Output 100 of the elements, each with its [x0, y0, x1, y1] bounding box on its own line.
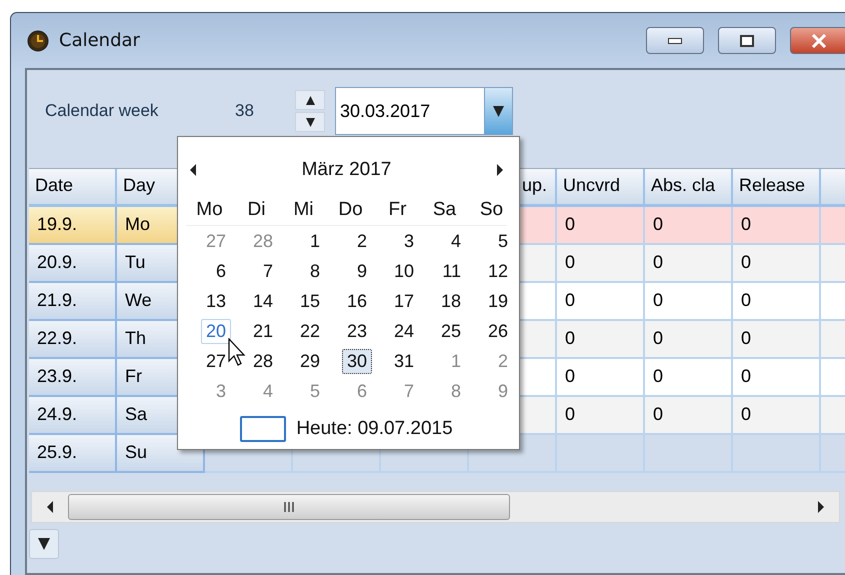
table-cell: [821, 321, 845, 359]
maximize-icon: [740, 34, 754, 46]
weekday-label: Mi: [293, 199, 314, 221]
window-title: Calendar: [59, 30, 141, 51]
table-cell: 0: [733, 397, 821, 435]
calendar-day[interactable]: 28: [252, 348, 274, 374]
date-cell: 25.9.: [29, 435, 117, 473]
weekday-label: Do: [338, 199, 363, 221]
date-cell: 22.9.: [29, 321, 117, 359]
table-cell: 0: [557, 359, 645, 397]
table-cell: 0: [645, 283, 733, 321]
month-title[interactable]: März 2017: [302, 159, 392, 181]
table-cell: 0: [645, 359, 733, 397]
right-arrow-icon: [497, 164, 503, 176]
table-cell: 0: [557, 283, 645, 321]
calendar-day[interactable]: 27: [204, 348, 227, 374]
table-cell: 0: [645, 207, 733, 245]
calendar-day[interactable]: 14: [252, 288, 274, 314]
column-header[interactable]: Date: [29, 169, 117, 207]
calendar-day[interactable]: 25: [440, 318, 462, 344]
calendar-day[interactable]: 29: [298, 348, 321, 374]
weekday-label: Di: [248, 199, 266, 221]
table-cell: 0: [733, 245, 821, 283]
dropdown-button[interactable]: [484, 88, 512, 134]
calendar-day[interactable]: 15: [298, 288, 321, 314]
calendar-day[interactable]: 26: [486, 318, 509, 344]
minimize-icon: [668, 38, 682, 44]
calendar-day[interactable]: 13: [204, 288, 227, 314]
expand-button[interactable]: [29, 529, 59, 559]
calendar-day[interactable]: 2: [356, 228, 368, 254]
table-cell: [821, 245, 845, 283]
weekday-label: Sa: [432, 199, 456, 221]
table-cell: 0: [733, 207, 821, 245]
table-cell: 0: [557, 245, 645, 283]
table-cell: 0: [645, 397, 733, 435]
today-link[interactable]: Heute: 09.07.2015: [296, 418, 453, 440]
table-cell: 0: [645, 321, 733, 359]
calendar-day[interactable]: 1: [308, 228, 321, 254]
left-arrow-icon: [190, 164, 196, 176]
week-label: Calendar week: [45, 101, 160, 121]
table-cell: 0: [557, 207, 645, 245]
calendar-day[interactable]: 18: [440, 288, 462, 314]
caret-icon: [38, 538, 50, 550]
date-cell: 24.9.: [29, 397, 117, 435]
calendar-day[interactable]: 31: [392, 348, 415, 374]
left-arrow-icon: [47, 501, 53, 513]
calendar-day[interactable]: 30: [342, 348, 372, 374]
calendar-day[interactable]: 6: [214, 258, 227, 284]
up-arrow-icon: [306, 96, 314, 104]
right-arrow-icon: [818, 501, 824, 513]
date-cell: 20.9.: [29, 245, 117, 283]
calendar-day[interactable]: 8: [308, 258, 321, 284]
calendar-day[interactable]: 12: [486, 258, 509, 284]
table-cell: [821, 283, 845, 321]
column-header[interactable]: Abs. cla: [645, 169, 733, 207]
column-header[interactable]: Release: [733, 169, 821, 207]
calendar-day[interactable]: 5: [496, 228, 509, 254]
caret-icon: [493, 106, 504, 116]
calendar-day[interactable]: 3: [402, 228, 415, 254]
column-header[interactable]: Uncvrd: [557, 169, 645, 207]
close-button[interactable]: [790, 27, 845, 54]
table-cell: 0: [557, 397, 645, 435]
weekday-label: Fr: [388, 199, 406, 221]
scroll-thumb[interactable]: [68, 494, 510, 520]
maximize-button[interactable]: [718, 27, 776, 54]
week-number: 38: [235, 101, 255, 121]
date-cell: 19.9.: [29, 207, 117, 245]
calendar-day[interactable]: 10: [392, 258, 415, 284]
calendar-day[interactable]: 24: [392, 318, 415, 344]
calendar-day[interactable]: 21: [252, 318, 274, 344]
date-cell: 21.9.: [29, 283, 117, 321]
date-field[interactable]: 30.03.2017: [335, 87, 513, 135]
table-cell: [821, 397, 845, 435]
today-marker-icon: [240, 416, 286, 442]
clock-icon: [27, 30, 49, 52]
table-cell: 0: [733, 283, 821, 321]
calendar-day[interactable]: 22: [298, 318, 321, 344]
calendar-day[interactable]: 7: [262, 258, 274, 284]
table-cell: 0: [733, 321, 821, 359]
table-cell: [821, 207, 845, 245]
close-icon: [811, 34, 827, 48]
date-cell: 23.9.: [29, 359, 117, 397]
table-cell: 0: [645, 245, 733, 283]
calendar-day[interactable]: 17: [392, 288, 415, 314]
mouse-pointer-icon: [228, 338, 246, 366]
spin-down-button[interactable]: [295, 112, 325, 132]
minimize-button[interactable]: [646, 27, 704, 54]
calendar-day[interactable]: 11: [441, 258, 462, 284]
horizontal-scrollbar[interactable]: [31, 491, 840, 523]
table-cell: 0: [733, 359, 821, 397]
grip-icon: [283, 502, 295, 512]
weekday-label: So: [480, 199, 504, 221]
spin-up-button[interactable]: [295, 90, 325, 110]
calendar-day[interactable]: 16: [346, 288, 368, 314]
table-cell: 0: [557, 321, 645, 359]
calendar-day[interactable]: 9: [356, 258, 368, 284]
calendar-day[interactable]: 23: [346, 318, 368, 344]
calendar-day[interactable]: 19: [486, 288, 509, 314]
table-cell: [821, 359, 845, 397]
calendar-day[interactable]: 4: [450, 228, 462, 254]
